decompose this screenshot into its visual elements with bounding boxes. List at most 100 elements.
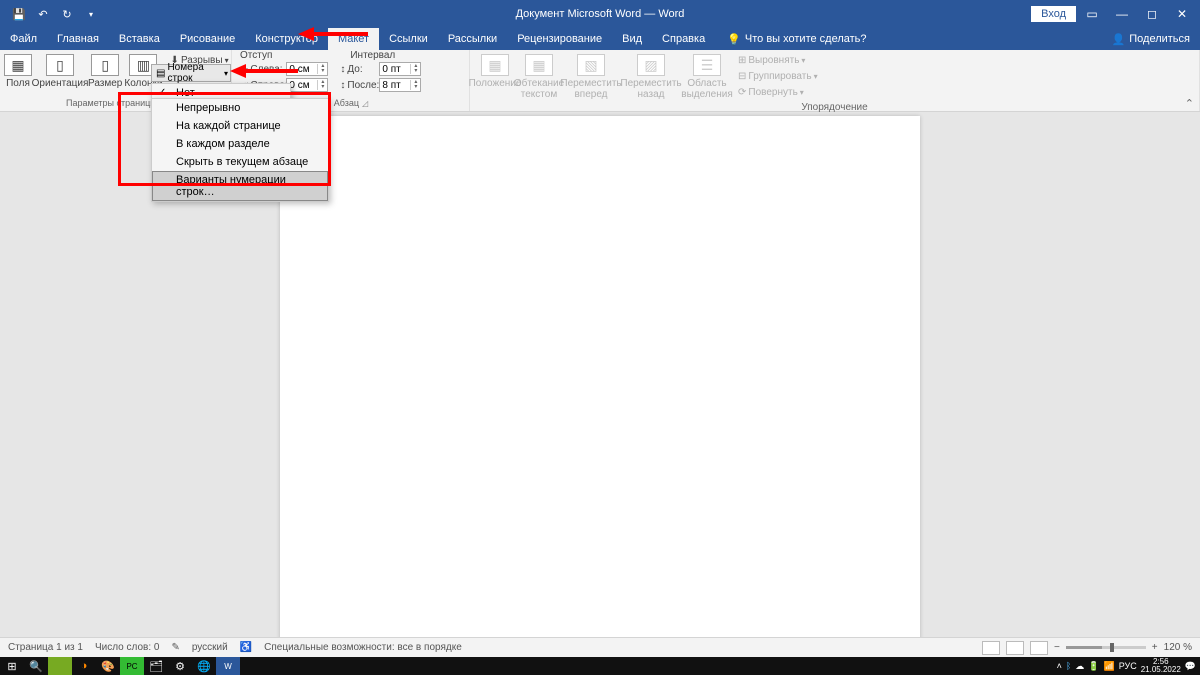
maximize-icon[interactable]: ◻ (1138, 2, 1166, 26)
taskbar-app-3[interactable]: 🎨 (96, 657, 120, 675)
tray-cloud-icon[interactable]: ☁ (1075, 661, 1084, 672)
menu-line-number-options[interactable]: Варианты нумерации строк… (152, 171, 328, 201)
status-bar: Страница 1 из 1 Число слов: 0 ✎ русский … (0, 637, 1200, 657)
tab-draw[interactable]: Рисование (170, 28, 245, 50)
minimize-icon[interactable]: — (1108, 2, 1136, 26)
tray-battery-icon[interactable]: 🔋 (1088, 661, 1099, 672)
zoom-out-icon[interactable]: − (1054, 642, 1060, 653)
login-button[interactable]: Вход (1031, 6, 1076, 22)
tab-review[interactable]: Рецензирование (507, 28, 612, 50)
tab-layout[interactable]: Макет (328, 28, 379, 50)
undo-icon[interactable]: ↶ (32, 3, 54, 25)
selection-icon: ☰ (693, 54, 721, 76)
share-button[interactable]: 👤 Поделиться (1102, 28, 1200, 50)
redo-icon[interactable]: ↻ (56, 3, 78, 25)
close-icon[interactable]: ✕ (1168, 2, 1196, 26)
align-icon: ⊞ (738, 55, 746, 66)
tab-references[interactable]: Ссылки (379, 28, 438, 50)
tab-insert[interactable]: Вставка (109, 28, 170, 50)
indent-left-input[interactable]: ▴▾ (286, 62, 328, 76)
ribbon-tabs: Файл Главная Вставка Рисование Конструкт… (0, 28, 1200, 50)
taskbar-app-2[interactable]: ◑ (72, 657, 96, 675)
qat-customize-icon[interactable]: ▾ (80, 3, 102, 25)
tab-mailings[interactable]: Рассылки (438, 28, 507, 50)
tray-language[interactable]: РУС (1119, 661, 1137, 671)
collapse-ribbon-icon[interactable]: ⌃ (1185, 97, 1194, 110)
status-accessibility[interactable]: Специальные возможности: все в порядке (264, 642, 462, 653)
start-icon[interactable]: ⊞ (0, 657, 24, 675)
tray-notifications-icon[interactable]: 💬 (1185, 661, 1196, 672)
send-backward-button: ▨ Переместить назад (622, 52, 680, 100)
spacing-title: Интервал (350, 50, 395, 61)
menu-suppress[interactable]: Скрыть в текущем абзаце (152, 153, 328, 171)
bring-forward-button: ▧ Переместить вперед (562, 52, 620, 100)
quick-access-toolbar: 💾 ↶ ↻ ▾ (0, 3, 102, 25)
windows-taskbar: ⊞ 🔍 ◑ 🎨 PC 🗂 ⚙ 🌐 W ˄ ᛒ ☁ 🔋 📶 РУС 2:56 21… (0, 657, 1200, 675)
rotate-button: ⟳Повернуть▾ (734, 84, 822, 100)
forward-icon: ▧ (577, 54, 605, 76)
align-button: ⊞Выровнять▾ (734, 52, 822, 68)
line-numbers-submenu: Непрерывно На каждой странице В каждом р… (151, 98, 329, 202)
zoom-slider[interactable] (1066, 646, 1146, 649)
backward-icon: ▨ (637, 54, 665, 76)
page[interactable] (280, 116, 920, 637)
taskbar-app-1[interactable] (48, 657, 72, 675)
spellcheck-icon[interactable]: ✎ (171, 642, 179, 653)
line-numbers-button[interactable]: ▤ Номера строк ▾ (151, 64, 231, 82)
indent-left-icon: ⇤ (240, 64, 248, 75)
word-icon[interactable]: W (216, 657, 240, 675)
menu-each-page[interactable]: На каждой странице (152, 117, 328, 135)
tray-wifi-icon[interactable]: 📶 (1103, 661, 1114, 672)
tray-bluetooth-icon[interactable]: ᛒ (1066, 661, 1071, 671)
tab-view[interactable]: Вид (612, 28, 652, 50)
zoom-in-icon[interactable]: + (1152, 642, 1158, 653)
share-icon: 👤 (1112, 33, 1126, 46)
margins-button[interactable]: ▦ Поля (4, 52, 32, 89)
web-layout-icon[interactable] (1030, 641, 1048, 655)
tray-clock[interactable]: 2:56 21.05.2022 (1141, 658, 1181, 674)
size-icon: ▯ (91, 54, 119, 76)
spacing-after-icon: ↕ (340, 80, 345, 91)
read-mode-icon[interactable] (982, 641, 1000, 655)
title-bar: 💾 ↶ ↻ ▾ Документ Microsoft Word — Word В… (0, 0, 1200, 28)
orientation-icon: ▯ (46, 54, 74, 76)
spacing-before-input[interactable]: ▴▾ (379, 62, 421, 76)
group-button: ⊟Группировать▾ (734, 68, 822, 84)
selection-pane-button: ☰ Область выделения (682, 52, 732, 100)
margins-icon: ▦ (4, 54, 32, 76)
status-language[interactable]: русский (192, 642, 228, 653)
spacing-before-icon: ↕ (340, 64, 345, 75)
size-button[interactable]: ▯ Размер (88, 52, 122, 89)
tab-home[interactable]: Главная (47, 28, 109, 50)
tab-design[interactable]: Конструктор (245, 28, 328, 50)
explorer-icon[interactable]: 🗂 (144, 657, 168, 675)
status-page[interactable]: Страница 1 из 1 (8, 642, 83, 653)
indent-title: Отступ (240, 50, 272, 61)
chrome-icon[interactable]: 🌐 (192, 657, 216, 675)
spacing-after-input[interactable]: ▴▾ (379, 78, 421, 92)
tray-chevron-icon[interactable]: ˄ (1057, 661, 1062, 671)
settings-icon[interactable]: ⚙ (168, 657, 192, 675)
menu-continuous[interactable]: Непрерывно (152, 99, 328, 117)
pycharm-icon[interactable]: PC (120, 657, 144, 675)
lightbulb-icon: 💡 (727, 33, 741, 46)
zoom-level[interactable]: 120 % (1164, 642, 1192, 653)
line-numbers-icon: ▤ (156, 68, 165, 79)
status-word-count[interactable]: Число слов: 0 (95, 642, 159, 653)
tab-help[interactable]: Справка (652, 28, 715, 50)
tell-me-search[interactable]: 💡 Что вы хотите сделать? (715, 28, 866, 50)
menu-each-section[interactable]: В каждом разделе (152, 135, 328, 153)
save-icon[interactable]: 💾 (8, 3, 30, 25)
paragraph-launcher[interactable]: ◿ (359, 99, 371, 108)
rotate-icon: ⟳ (738, 87, 746, 98)
ribbon-display-icon[interactable]: ▭ (1078, 2, 1106, 26)
position-icon: ▦ (481, 54, 509, 76)
indent-right-input[interactable]: ▴▾ (286, 78, 328, 92)
orientation-button[interactable]: ▯ Ориентация (34, 52, 86, 89)
accessibility-icon: ♿ (240, 642, 252, 653)
tab-file[interactable]: Файл (0, 28, 47, 50)
check-icon: ✓ (158, 87, 166, 98)
wrap-text-button: ▦ Обтекание текстом (518, 52, 560, 100)
search-icon[interactable]: 🔍 (24, 657, 48, 675)
print-layout-icon[interactable] (1006, 641, 1024, 655)
